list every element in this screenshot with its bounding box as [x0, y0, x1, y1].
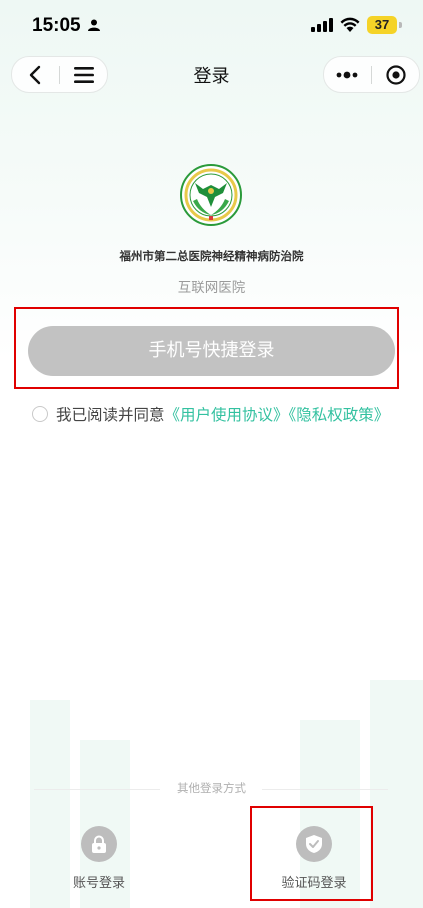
- account-login-button[interactable]: [81, 826, 117, 862]
- battery-icon: 37: [367, 16, 397, 34]
- user-agreement-link[interactable]: 《用户使用协议》: [165, 406, 289, 424]
- status-time: 15:05: [32, 15, 81, 36]
- nav-divider: [371, 66, 372, 84]
- signal-icon: [311, 18, 333, 32]
- hospital-subtitle: 互联网医院: [177, 280, 246, 296]
- status-bar: 15:05 37: [0, 0, 423, 50]
- agreement-prefix: 我已阅读并同意: [56, 406, 165, 424]
- wifi-icon: [340, 17, 360, 32]
- more-dots-icon: [336, 71, 358, 78]
- lock-icon: [92, 835, 106, 853]
- hospital-name: 福州市第二总医院神经精神病防治院: [119, 249, 304, 263]
- other-login-label: 其他登录方式: [177, 781, 246, 795]
- more-button[interactable]: [324, 57, 370, 92]
- agreement-text: 我已阅读并同意《用户使用协议》《隐私权政策》: [56, 401, 408, 429]
- close-mini-program-button[interactable]: [373, 57, 419, 92]
- privacy-policy-link[interactable]: 《隐私权政策》: [289, 406, 390, 424]
- account-login-label[interactable]: 账号登录: [49, 872, 149, 891]
- person-icon: [88, 19, 100, 31]
- hospital-logo: [180, 164, 242, 226]
- mini-program-close-icon: [386, 64, 406, 85]
- battery-cap: [399, 22, 402, 28]
- highlight-box: [250, 806, 373, 901]
- divider-line: [262, 789, 388, 790]
- agreement-checkbox[interactable]: [32, 406, 48, 422]
- nav-capsule-right: [323, 56, 420, 93]
- highlight-box: [14, 307, 399, 389]
